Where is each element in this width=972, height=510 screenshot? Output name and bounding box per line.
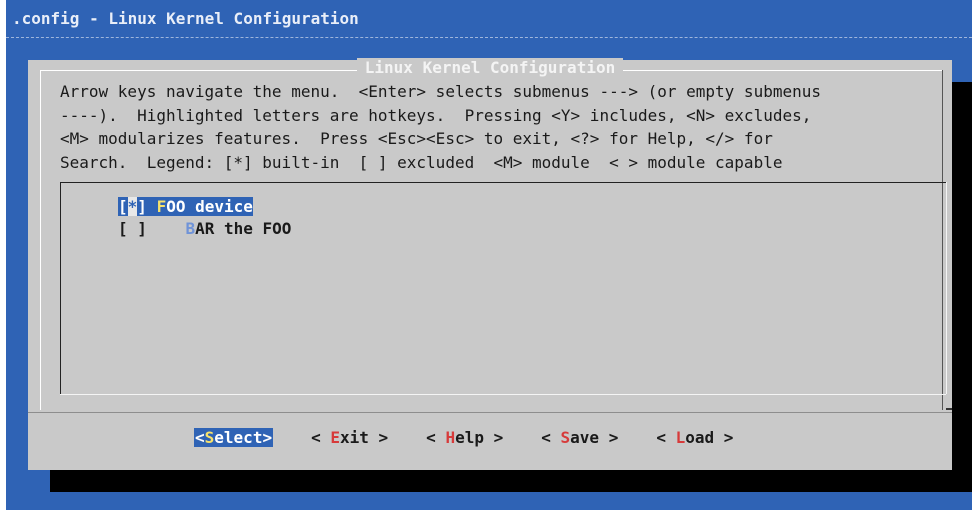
dialog-frame-top (40, 70, 942, 71)
button-label: elp (455, 428, 484, 447)
window-title: .config - Linux Kernel Configuration (12, 9, 359, 28)
button-bracket: > (368, 428, 389, 447)
help-line-2: ----). Highlighted letters are hotkeys. … (60, 105, 812, 125)
button-bracket: > (714, 428, 734, 447)
button-bracket: < (541, 428, 561, 447)
button-bracket: < (656, 428, 676, 447)
dialog-title: Linux Kernel Configuration (356, 58, 624, 77)
checkbox-mark[interactable] (128, 219, 138, 238)
menu-item-label: OO device (166, 197, 253, 216)
button-bracket: < (426, 428, 446, 447)
button-bracket: > (483, 428, 504, 447)
help-line-4: Search. Legend: [*] built-in [ ] exclude… (60, 152, 783, 172)
exit-button[interactable]: < Exit > (311, 428, 388, 447)
menu-item-label: AR the FOO (195, 219, 292, 238)
button-label: ave (570, 428, 600, 447)
menu-frame-right (946, 182, 947, 394)
separator-tick (946, 408, 952, 410)
button-label: elect (214, 428, 263, 447)
hotkey-letter: F (156, 197, 167, 216)
button-bracket: > (599, 428, 619, 447)
dialog-title-container: Linux Kernel Configuration (28, 58, 952, 77)
button-bracket: > (262, 428, 273, 447)
save-button[interactable]: < Save > (541, 428, 618, 447)
hotkey-letter: S (560, 428, 571, 447)
help-button[interactable]: < Help > (426, 428, 503, 447)
load-button[interactable]: < Load > (656, 428, 733, 447)
hotkey-letter: E (330, 428, 340, 447)
terminal-screen: .config - Linux Kernel Configuration Lin… (6, 0, 972, 510)
title-divider (6, 37, 972, 38)
hotkey-letter: B (185, 219, 196, 238)
checkbox-close: ] (137, 219, 147, 238)
button-label: xit (340, 428, 369, 447)
hotkey-letter: S (204, 428, 215, 447)
main-dialog: Linux Kernel Configuration Arrow keys na… (28, 58, 952, 470)
hotkey-letter: L (675, 428, 686, 447)
button-separator (28, 412, 952, 413)
help-text: Arrow keys navigate the menu. <Enter> se… (60, 80, 940, 174)
menu-list[interactable]: [*] FOO device [ ] BAR the FOO (60, 182, 947, 395)
button-bar: <Select> < Exit > < Help > < Save > < Load > (194, 428, 771, 447)
item-gap (147, 197, 157, 216)
menu-item-bar-the-foo[interactable]: [ ] BAR the FOO (118, 219, 291, 238)
hotkey-letter: H (445, 428, 456, 447)
menu-item-foo-device[interactable]: [*] FOO device (118, 197, 253, 216)
button-bracket: < (195, 428, 205, 447)
menu-frame-top (60, 182, 946, 183)
checkbox-mark[interactable]: * (127, 197, 138, 216)
item-gap (147, 219, 186, 238)
checkbox-open: [ (118, 197, 128, 216)
checkbox-open: [ (118, 219, 128, 238)
help-line-1: Arrow keys navigate the menu. <Enter> se… (60, 82, 821, 101)
select-button[interactable]: <Select> (194, 428, 274, 447)
menu-frame-bottom (60, 394, 946, 395)
button-bracket: < (311, 428, 331, 447)
help-line-3: <M> modularizes features. Press <Esc><Es… (60, 129, 773, 148)
checkbox-close: ] (137, 197, 147, 216)
menu-frame-left (60, 182, 61, 394)
dialog-frame-left (40, 70, 41, 410)
button-label: oad (685, 428, 715, 447)
